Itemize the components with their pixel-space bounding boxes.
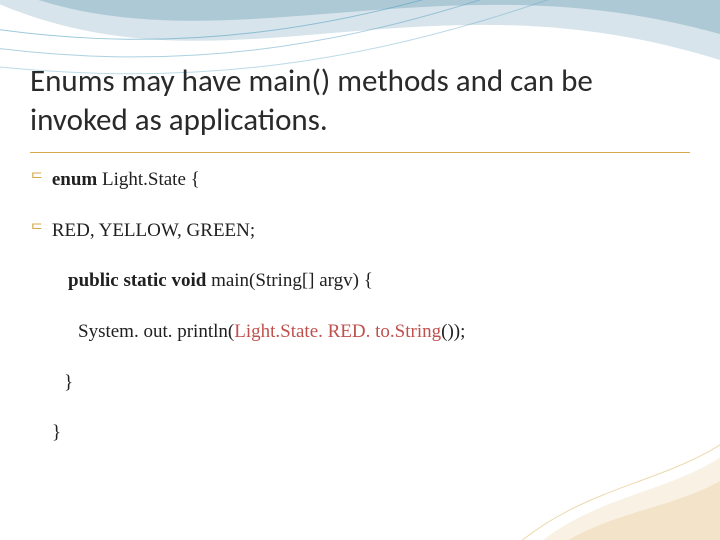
code-line-5: } xyxy=(30,371,660,396)
bullet-icon: ᄃ xyxy=(30,168,44,192)
bullet-icon: ᄃ xyxy=(30,219,44,243)
code-fragment: ()); xyxy=(441,321,465,342)
code-line-3: public static void main(String[] argv) { xyxy=(30,269,660,294)
slide: Enums may have main() methods and can be… xyxy=(0,0,720,540)
code-fragment: System. out. println( xyxy=(78,321,234,342)
code-text: RED, YELLOW, GREEN; xyxy=(52,219,255,244)
keyword-enum: enum xyxy=(52,169,97,190)
title-underline xyxy=(30,152,690,153)
code-line-2: ᄃ RED, YELLOW, GREEN; xyxy=(30,219,660,244)
code-line-6: } xyxy=(30,421,660,446)
code-line-4: System. out. println(Light.State. RED. t… xyxy=(30,320,660,345)
code-line-1: ᄃ enum Light.State { xyxy=(30,168,660,193)
slide-title: Enums may have main() methods and can be… xyxy=(30,62,690,140)
code-fragment: Light.State { xyxy=(97,169,200,190)
keyword-public-static-void: public static void xyxy=(68,270,206,291)
slide-body: ᄃ enum Light.State { ᄃ RED, YELLOW, GREE… xyxy=(30,168,660,472)
code-fragment: main(String[] argv) { xyxy=(206,270,373,291)
code-text: enum Light.State { xyxy=(52,168,200,193)
code-highlight: Light.State. RED. to.String xyxy=(234,321,441,342)
